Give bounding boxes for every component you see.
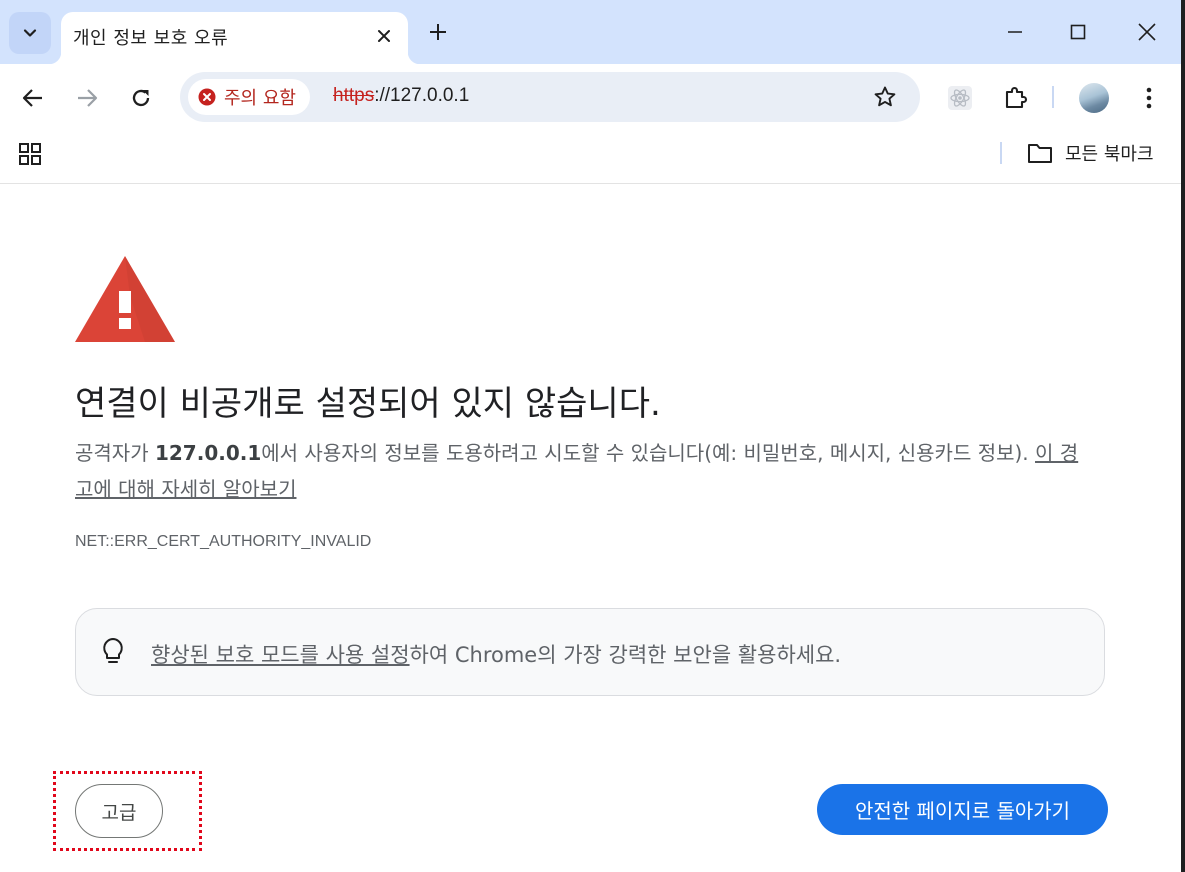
- page-description: 공격자가 127.0.0.1에서 사용자의 정보를 도용하려고 시도할 수 있습…: [75, 435, 1095, 507]
- avatar[interactable]: [1079, 83, 1109, 113]
- tab-active[interactable]: 개인 정보 보호 오류: [49, 12, 420, 64]
- bookmark-star-button[interactable]: [870, 82, 900, 112]
- security-chip[interactable]: 주의 요함: [188, 79, 310, 115]
- promo-text: 향상된 보호 모드를 사용 설정하여 Chrome의 가장 강력한 보안을 활용…: [151, 639, 841, 669]
- error-circle-icon: [198, 88, 216, 106]
- close-icon: [378, 30, 390, 42]
- extension-button[interactable]: [940, 78, 980, 118]
- tab-strip: 개인 정보 보호 오류: [0, 0, 1181, 64]
- interstitial-page: 연결이 비공개로 설정되어 있지 않습니다. 공격자가 127.0.0.1에서 …: [0, 184, 1181, 872]
- atom-extension-icon: [948, 86, 972, 110]
- bookmarks-bar: 모든 북마크: [0, 132, 1181, 184]
- toolbar: 주의 요함 https://127.0.0.1: [0, 64, 1181, 132]
- maximize-button[interactable]: [1048, 8, 1108, 56]
- more-vertical-icon: [1146, 87, 1152, 109]
- close-window-button[interactable]: [1117, 8, 1177, 56]
- tab-close-button[interactable]: [372, 24, 396, 48]
- close-icon: [1138, 23, 1156, 41]
- new-tab-button[interactable]: [420, 14, 456, 50]
- all-bookmarks-button[interactable]: 모든 북마크: [1027, 140, 1154, 166]
- reload-button[interactable]: [121, 78, 161, 118]
- url-scheme: https: [333, 85, 375, 106]
- browser-window: 개인 정보 보호 오류 주의 요함 https://127.0.0.1 모든 북…: [0, 0, 1181, 872]
- enhanced-protection-link[interactable]: 향상된 보호 모드를 사용 설정: [151, 643, 410, 667]
- back-button[interactable]: [13, 78, 53, 118]
- all-bookmarks-label: 모든 북마크: [1065, 144, 1154, 165]
- apps-grid-icon[interactable]: [18, 142, 42, 166]
- extensions-menu-button[interactable]: [995, 78, 1035, 118]
- description-host: 127.0.0.1: [154, 441, 262, 465]
- description-prefix: 공격자가: [75, 441, 155, 465]
- security-label: 주의 요함: [224, 88, 296, 109]
- star-icon: [874, 86, 896, 107]
- chevron-down-icon: [23, 29, 37, 37]
- chrome-menu-button[interactable]: [1129, 78, 1169, 118]
- highlight-outline: [53, 771, 202, 851]
- minimize-button[interactable]: [985, 8, 1045, 56]
- plus-icon: [430, 24, 446, 40]
- maximize-icon: [1070, 24, 1086, 40]
- arrow-left-icon: [22, 89, 42, 107]
- minimize-icon: [1008, 31, 1022, 33]
- url-text[interactable]: https://127.0.0.1: [333, 85, 469, 107]
- enhanced-protection-banner: 향상된 보호 모드를 사용 설정하여 Chrome의 가장 강력한 보안을 활용…: [75, 608, 1105, 696]
- address-bar[interactable]: 주의 요함 https://127.0.0.1: [180, 72, 920, 122]
- forward-button[interactable]: [67, 78, 107, 118]
- tab-title: 개인 정보 보호 오류: [73, 28, 229, 49]
- puzzle-icon: [1005, 86, 1028, 109]
- arrow-right-icon: [78, 89, 98, 107]
- lightbulb-icon: [103, 638, 123, 663]
- promo-suffix: 하여 Chrome의 가장 강력한 보안을 활용하세요.: [409, 643, 842, 667]
- toolbar-separator: [1052, 86, 1054, 108]
- url-host: ://127.0.0.1: [374, 85, 470, 106]
- folder-icon: [1028, 144, 1052, 163]
- tab-search-button[interactable]: [9, 12, 51, 54]
- error-code: NET::ERR_CERT_AUTHORITY_INVALID: [75, 533, 372, 550]
- page-title: 연결이 비공개로 설정되어 있지 않습니다.: [75, 384, 661, 424]
- back-to-safety-button[interactable]: 안전한 페이지로 돌아가기: [817, 784, 1108, 835]
- bookmarks-separator: [1000, 142, 1002, 164]
- reload-icon: [132, 89, 150, 107]
- warning-triangle-icon: [75, 256, 175, 342]
- description-suffix: 에서 사용자의 정보를 도용하려고 시도할 수 있습니다(예: 비밀번호, 메시…: [261, 441, 1036, 465]
- window-edge: [1181, 0, 1185, 872]
